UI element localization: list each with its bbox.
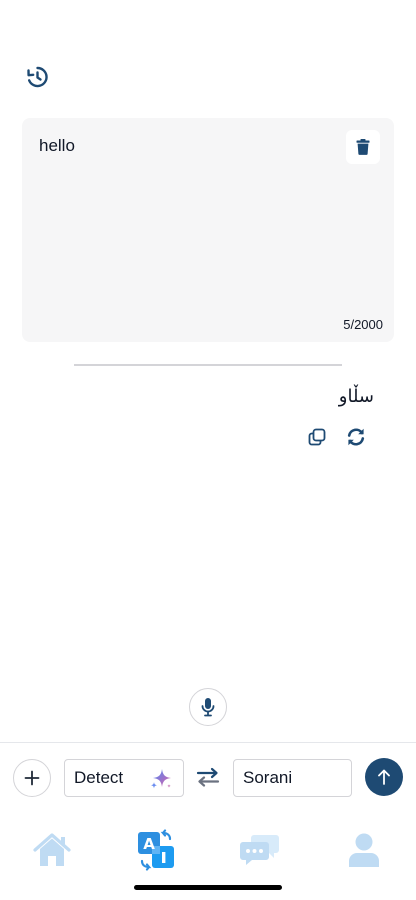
target-language-selector[interactable]: Sorani (233, 759, 352, 797)
microphone-button[interactable] (189, 688, 227, 726)
trash-icon (356, 139, 370, 155)
home-icon (33, 833, 71, 866)
nav-chat[interactable] (238, 828, 282, 872)
svg-text:A: A (143, 835, 155, 853)
plus-icon (24, 770, 40, 786)
source-text-input[interactable]: hello (39, 136, 75, 156)
copy-icon (308, 428, 326, 446)
history-icon (27, 66, 48, 88)
copy-button[interactable] (306, 426, 328, 448)
chat-icon (240, 835, 279, 865)
microphone-icon (201, 698, 215, 717)
divider (74, 364, 342, 366)
translate-ai-icon: A (138, 829, 174, 871)
toolbar-divider (0, 742, 416, 743)
retranslate-button[interactable] (345, 426, 367, 448)
swap-icon (196, 767, 220, 787)
translate-send-button[interactable] (365, 758, 403, 796)
user-icon (349, 833, 379, 867)
nav-home[interactable] (30, 828, 74, 872)
refresh-icon (347, 428, 365, 446)
clear-text-button[interactable] (346, 130, 380, 164)
nav-translate[interactable]: A (134, 828, 178, 872)
target-language-label: Sorani (243, 768, 293, 787)
swap-languages-button[interactable] (195, 764, 221, 790)
nav-profile[interactable] (342, 828, 386, 872)
source-text-card[interactable]: hello 5/2000 (22, 118, 394, 342)
bottom-navigation: A (0, 822, 416, 874)
source-language-selector[interactable]: Detect (64, 759, 184, 797)
sparkle-icon (150, 769, 171, 789)
source-language-label: Detect (74, 768, 124, 787)
translated-text: سڵاو (338, 386, 374, 407)
character-count: 5/2000 (343, 317, 383, 332)
history-button[interactable] (24, 64, 50, 90)
add-button[interactable] (13, 759, 51, 797)
home-indicator (134, 885, 282, 890)
arrow-up-icon (378, 769, 390, 785)
